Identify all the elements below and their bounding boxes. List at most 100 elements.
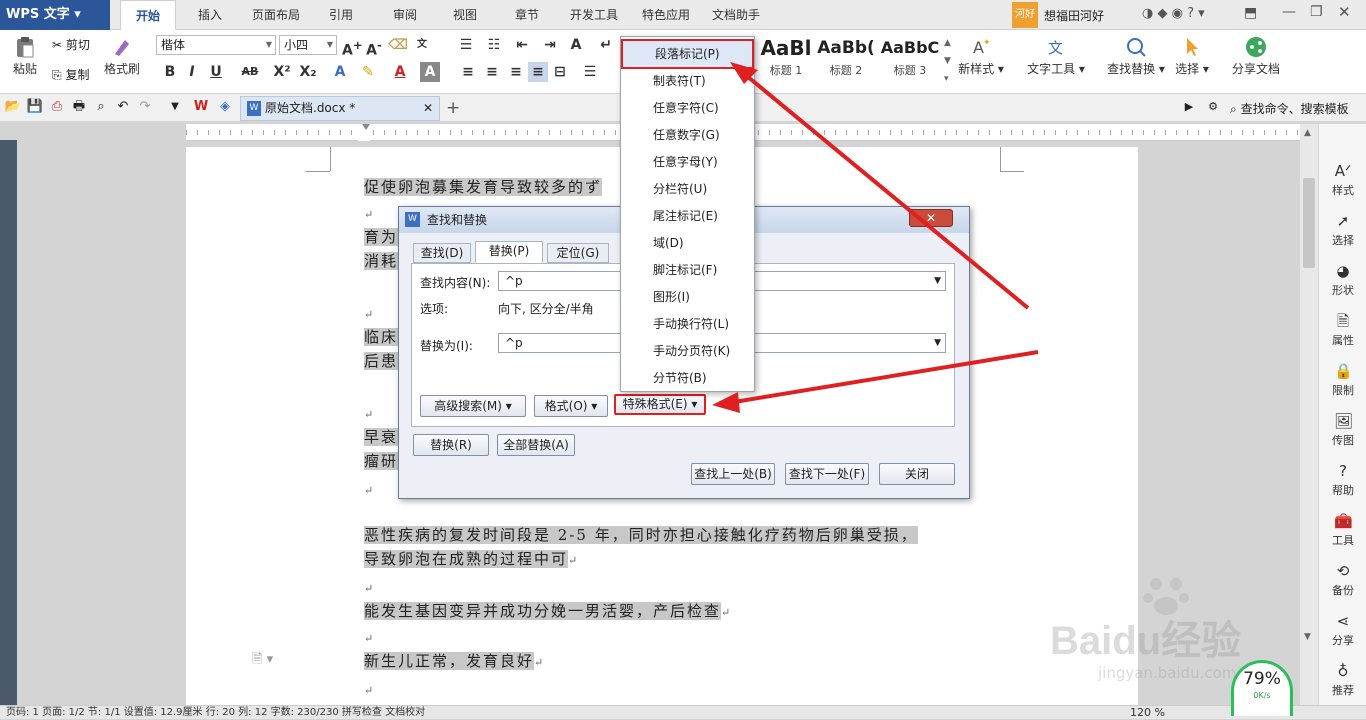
text-tools-button[interactable]: 文文字工具 ▾ [1026,36,1086,77]
menu-item-footnote[interactable]: 脚注标记(F) [621,257,754,284]
paste-button[interactable]: 粘贴 [8,36,42,77]
grow-font-icon[interactable]: A+ [342,35,363,59]
menu-item-line-break[interactable]: 手动换行符(L) [621,311,754,338]
panel-styles[interactable]: Aᐟ 样式 [1319,162,1366,198]
panel-recommend[interactable]: ♁ 推荐 [1319,662,1366,698]
tab-doc-assistant[interactable]: 文档助手 [704,0,768,30]
doc-line[interactable]: 恶性疾病的复发时间段是 2-5 年，同时亦担心接触化疗药物后卵巢受损， [364,526,918,544]
panel-tools[interactable]: 🧰 工具 [1319,512,1366,548]
settings-icon[interactable]: ⚙ [1204,98,1222,116]
vertical-scrollbar[interactable]: ▲ ▼ [1300,124,1318,707]
network-speed-meter[interactable]: 79% 0K/s [1231,660,1293,716]
styles-scroll[interactable]: ▲ ▼ ▾ [944,34,951,88]
style-heading-2[interactable]: AaBb(标题 2 [816,34,876,82]
doc-line[interactable]: 育为 [364,228,399,246]
document-tab[interactable]: W 原始文档.docx * ✕ [240,96,440,121]
maximize-icon[interactable]: ❐ [1310,4,1323,20]
save-icon[interactable]: 💾 [26,98,44,116]
doc-line[interactable]: 新生儿正常，发育良好 [364,652,535,670]
char-spacing-icon[interactable]: A [566,35,586,55]
clear-format-icon[interactable]: ⌫ [388,35,408,55]
tab-insert[interactable]: 插入 [182,0,238,30]
page-icon[interactable]: 🗎 ▾ [252,650,273,672]
tab-find[interactable]: 查找(D) [413,243,471,263]
doc-line[interactable]: 早衰 [364,428,399,446]
menu-item-page-break[interactable]: 手动分页符(K) [621,338,754,365]
replace-all-button[interactable]: 全部替换(A) [497,434,575,456]
format-button[interactable]: 格式(O) ▾ [534,395,608,417]
style-heading-1[interactable]: AaBl 标题 1 [758,34,814,82]
doc-line[interactable]: 瘤研 [364,452,399,470]
menu-item-graphic[interactable]: 图形(I) [621,284,754,311]
shrink-font-icon[interactable]: A- [364,35,384,59]
panel-upload-image[interactable]: 🖼 传图 [1319,412,1366,448]
copy-button[interactable]: ⎘ 复制 [52,66,89,83]
menu-item-any-digit[interactable]: 任意数字(G) [621,122,754,149]
cube-icon[interactable]: ◈ [216,98,234,116]
bold-icon[interactable]: B [160,62,180,82]
align-center-icon[interactable]: ≡ [482,62,502,82]
panel-help[interactable]: ? 帮助 [1319,462,1366,498]
pdf-icon[interactable]: ⎙ [48,98,66,116]
align-left-icon[interactable]: ≡ [458,62,478,82]
tab-review[interactable]: 审阅 [380,0,430,30]
find-previous-button[interactable]: 查找上一处(B) [691,463,775,485]
font-size-select[interactable]: 小四 ▼ [279,35,337,55]
highlight-icon[interactable]: ✎ [358,62,378,82]
print-icon[interactable]: 🖶 [70,98,88,116]
special-format-button[interactable]: 特殊格式(E) ▾ [614,394,706,415]
panel-restrict[interactable]: 🔒 限制 [1319,362,1366,398]
tab-home[interactable]: 开始 [120,0,176,30]
replace-button[interactable]: 替换(R) [413,434,489,456]
distributed-icon[interactable]: ⊟ [550,62,570,82]
find-replace-button[interactable]: 查找替换 ▾ [1104,36,1168,77]
underline-icon[interactable]: U [206,62,226,82]
style-heading-3[interactable]: AaBbC 标题 3 [878,34,942,82]
tab-references[interactable]: 引用 [316,0,366,30]
menu-item-column-break[interactable]: 分栏符(U) [621,176,754,203]
pinyin-icon[interactable]: 文 [412,35,432,55]
app-menu-button[interactable]: WPS 文字 ▾ [0,0,110,30]
panel-backup[interactable]: ⟲ 备份 [1319,562,1366,598]
line-spacing-icon[interactable]: ☰ [580,62,600,82]
format-painter-button[interactable]: 格式刷 [102,36,142,77]
menu-item-endnote[interactable]: 尾注标记(E) [621,203,754,230]
wps-logo-icon[interactable]: W [192,98,210,116]
open-icon[interactable]: 📂 [4,98,22,116]
undo-icon[interactable]: ↶ [114,98,132,116]
video-icon[interactable]: ▶ [1180,98,1198,116]
text-effect-icon[interactable]: A [330,62,350,82]
zoom-level[interactable]: 120 % [1130,706,1165,720]
menu-item-tab[interactable]: 制表符(T) [621,68,754,95]
italic-icon[interactable]: I [182,62,202,82]
find-next-button[interactable]: 查找下一处(F) [785,463,869,485]
close-tab-icon[interactable]: ✕ [423,97,433,120]
decrease-indent-icon[interactable]: ⇤ [512,35,532,55]
select-button[interactable]: 选择 ▾ [1172,36,1212,77]
superscript-icon[interactable]: X² [272,62,292,82]
align-right-icon[interactable]: ≡ [506,62,526,82]
scroll-up-icon[interactable]: ▲ [1304,128,1311,138]
doc-line[interactable]: 促使卵泡募集发育导致较多的ず [364,178,603,196]
scroll-down-icon[interactable]: ▼ [1304,632,1311,642]
new-tab-icon[interactable]: + [446,98,460,118]
tab-developer[interactable]: 开发工具 [562,0,626,30]
share-doc-button[interactable]: 分享文档 [1228,36,1284,77]
bullets-icon[interactable]: ☰ [456,35,476,55]
command-search[interactable]: ⌕ 查找命令、搜索模板 [1230,100,1349,117]
tab-features[interactable]: 特色应用 [634,0,698,30]
minimize-icon[interactable]: — [1282,4,1296,20]
cut-button[interactable]: ✂ 剪切 [52,36,90,53]
increase-indent-icon[interactable]: ⇥ [540,35,560,55]
tab-page-layout[interactable]: 页面布局 [244,0,308,30]
scroll-thumb[interactable] [1303,178,1315,268]
char-shading-icon[interactable]: A [420,62,440,82]
redo-icon[interactable]: ↷ [136,98,154,116]
doc-line[interactable]: 临床 [364,328,399,346]
menu-item-any-char[interactable]: 任意字符(C) [621,95,754,122]
panel-select[interactable]: ➚ 选择 [1319,212,1366,248]
tab-chapter[interactable]: 章节 [502,0,552,30]
doc-line[interactable]: 导致卵泡在成熟的过程中可 [364,550,569,568]
show-marks-icon[interactable]: ↵ [596,35,616,55]
user-name[interactable]: 想福田河好 [1044,7,1104,24]
